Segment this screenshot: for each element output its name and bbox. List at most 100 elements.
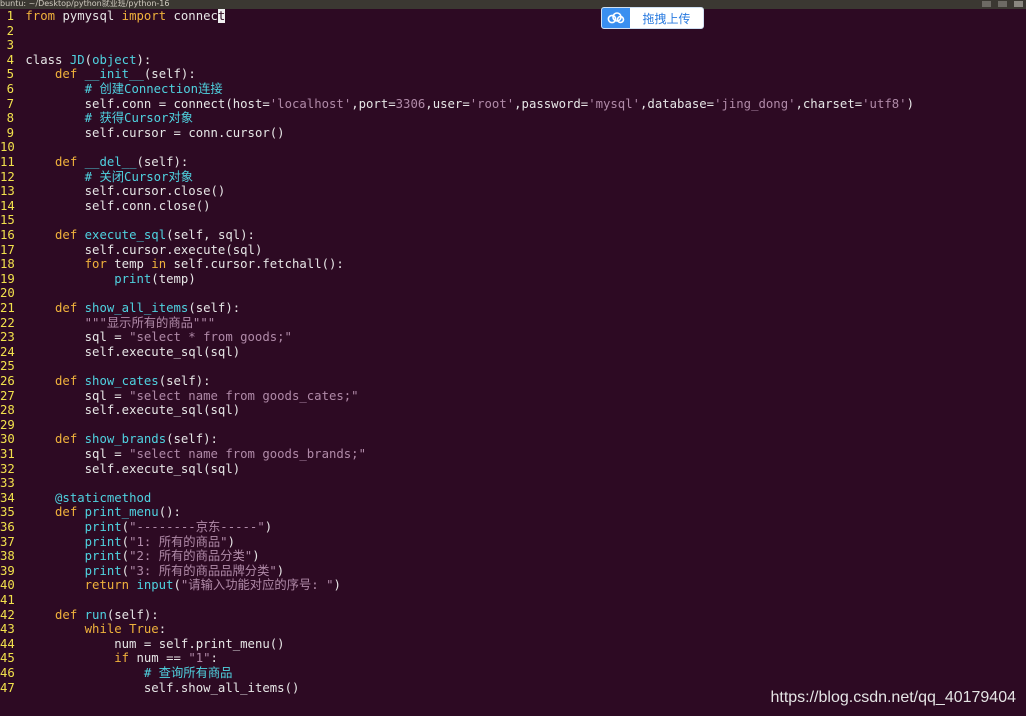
line-number: 32 <box>0 461 15 476</box>
code-line: 5 def __init__(self): <box>0 67 196 82</box>
code-text: # 查询所有商品 <box>143 666 233 680</box>
line-number: 37 <box>0 534 15 549</box>
line-number: 31 <box>0 447 15 461</box>
line-number: 20 <box>0 286 15 301</box>
code-text: self.cursor.execute(sql) <box>84 242 263 257</box>
line-number: 23 <box>0 330 15 345</box>
code-text: print("--------京东-----") <box>84 520 273 534</box>
code-line: 21 def show_all_items(self): <box>0 301 240 316</box>
line-number: 10 <box>0 140 15 155</box>
code-text: # 创建Connection连接 <box>84 82 223 96</box>
code-line: 34 @staticmethod <box>0 491 151 506</box>
code-text: """显示所有的商品""" <box>84 315 216 330</box>
code-line: 8 # 获得Cursor对象 <box>0 111 193 126</box>
code-line: 42 def run(self): <box>0 608 159 623</box>
code-line: 29 <box>0 418 25 433</box>
line-number: 24 <box>0 344 15 359</box>
line-number: 38 <box>0 549 15 564</box>
code-line: 33 <box>0 476 25 491</box>
code-line: 9 self.cursor = conn.cursor() <box>0 126 285 141</box>
line-number: 29 <box>0 417 15 432</box>
vim-editor[interactable]: 1 from pymysql import connect 2 3 4 class… <box>0 9 1026 716</box>
code-line: 23 sql = "select * from goods;" <box>0 330 292 345</box>
line-number: 46 <box>0 666 15 680</box>
line-number: 5 <box>6 67 14 82</box>
code-line: 37 print("1: 所有的商品") <box>0 535 235 550</box>
code-line: 17 self.cursor.execute(sql) <box>0 243 262 258</box>
line-number: 9 <box>6 125 14 140</box>
code-line: 15 <box>0 213 25 228</box>
minimize-button[interactable] <box>982 1 991 7</box>
code-line: 39 print("3: 所有的商品品牌分类") <box>0 564 284 579</box>
close-button[interactable] <box>1014 1 1023 7</box>
code-text: def show_all_items(self): <box>55 301 241 315</box>
line-number: 28 <box>0 403 15 418</box>
code-line: 4 class JD(object): <box>0 52 152 68</box>
code-line: 10 <box>0 140 25 155</box>
code-line: 22 """显示所有的商品""" <box>0 316 215 331</box>
window-titlebar: buntu: ~/Desktop/python就业班/python-16 <box>0 0 1026 9</box>
code-line: 31 sql = "select name from goods_brands;… <box>0 447 366 462</box>
code-text: # 获得Cursor对象 <box>84 111 194 126</box>
line-number: 35 <box>0 505 15 520</box>
line-number: 42 <box>0 607 15 622</box>
code-line: 28 self.execute_sql(sql) <box>0 403 240 418</box>
line-number: 17 <box>0 242 15 257</box>
text-cursor: t <box>217 9 226 23</box>
code-line: 3 <box>0 38 25 53</box>
cloud-upload-icon <box>602 8 630 28</box>
code-text: # 关闭Cursor对象 <box>84 169 194 184</box>
code-line: 44 num = self.print_menu() <box>0 637 285 652</box>
code-text: def show_cates(self): <box>55 374 211 388</box>
code-line: 19 print(temp) <box>0 272 196 287</box>
code-line: 11 def __del__(self): <box>0 155 188 170</box>
code-text: class JD(object): <box>25 52 152 67</box>
line-number: 3 <box>6 38 14 53</box>
watermark: https://blog.csdn.net/qq_40179404 <box>770 689 1016 706</box>
line-number: 14 <box>0 198 15 213</box>
code-text: print(temp) <box>114 271 196 286</box>
line-number: 40 <box>0 578 15 593</box>
code-line: 40 return input("请输入功能对应的序号: ") <box>0 578 341 593</box>
line-number: 1 <box>6 9 14 23</box>
line-number: 21 <box>0 301 15 315</box>
code-line: 47 self.show_all_items() <box>0 681 299 696</box>
code-line: 18 for temp in self.cursor.fetchall(): <box>0 257 344 272</box>
code-line: 43 while True: <box>0 622 166 637</box>
code-line: 36 print("--------京东-----") <box>0 520 272 535</box>
code-text: self.execute_sql(sql) <box>84 461 241 476</box>
line-number: 7 <box>6 96 14 111</box>
maximize-button[interactable] <box>998 1 1007 7</box>
line-number: 13 <box>0 184 15 199</box>
code-line: 24 self.execute_sql(sql) <box>0 345 240 360</box>
code-line: 6 # 创建Connection连接 <box>0 82 223 97</box>
code-text: def run(self): <box>55 607 159 622</box>
code-line: 38 print("2: 所有的商品分类") <box>0 549 260 564</box>
code-text: sql = "select name from goods_brands;" <box>84 447 366 461</box>
drag-upload-button[interactable]: 拖拽上传 <box>601 7 704 29</box>
code-text: self.cursor = conn.cursor() <box>84 125 285 140</box>
code-line: 35 def print_menu(): <box>0 505 181 520</box>
line-number: 12 <box>0 169 15 184</box>
code-line: 16 def execute_sql(self, sql): <box>0 228 255 243</box>
line-number: 45 <box>0 651 15 666</box>
line-number: 2 <box>6 23 14 38</box>
line-number: 36 <box>0 520 15 534</box>
code-line: 7 self.conn = connect(host='localhost',p… <box>0 97 914 112</box>
line-number: 44 <box>0 636 15 651</box>
line-number: 4 <box>6 52 14 67</box>
code-line: 12 # 关闭Cursor对象 <box>0 170 193 185</box>
code-text: self.conn = connect(host='localhost',por… <box>84 96 914 111</box>
code-text: self.show_all_items() <box>143 680 300 695</box>
code-text: self.execute_sql(sql) <box>84 344 241 359</box>
code-text: def print_menu(): <box>55 505 181 520</box>
code-text: print("1: 所有的商品") <box>84 534 235 549</box>
line-number: 26 <box>0 374 15 388</box>
